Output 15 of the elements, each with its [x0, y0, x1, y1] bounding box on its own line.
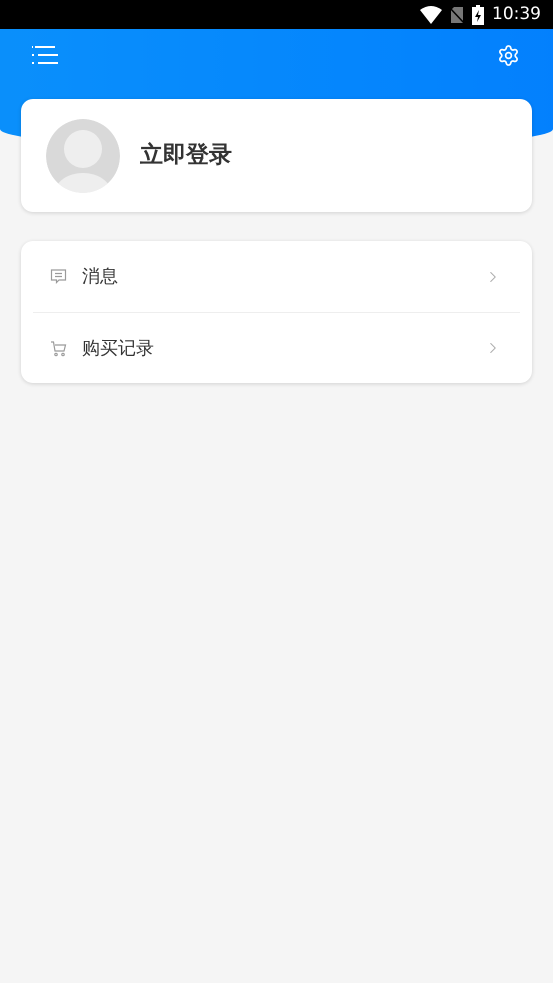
profile-card[interactable]: 立即登录: [21, 99, 532, 212]
menu-icon[interactable]: [32, 44, 58, 66]
menu-label: 购买记录: [82, 336, 155, 360]
no-sim-icon: [450, 6, 464, 24]
cart-icon: [50, 340, 67, 356]
avatar-icon: [46, 118, 120, 192]
settings-icon[interactable]: [497, 44, 520, 67]
menu-label: 消息: [82, 265, 119, 289]
login-label[interactable]: 立即登录: [140, 138, 232, 173]
menu-item[interactable]: 购买记录: [33, 312, 520, 383]
battery-charging-icon: [472, 4, 484, 24]
wifi-icon: [420, 6, 442, 24]
message-icon: [50, 268, 67, 285]
status-time: 10:39: [492, 2, 541, 26]
menu-item[interactable]: 消息: [33, 241, 520, 312]
